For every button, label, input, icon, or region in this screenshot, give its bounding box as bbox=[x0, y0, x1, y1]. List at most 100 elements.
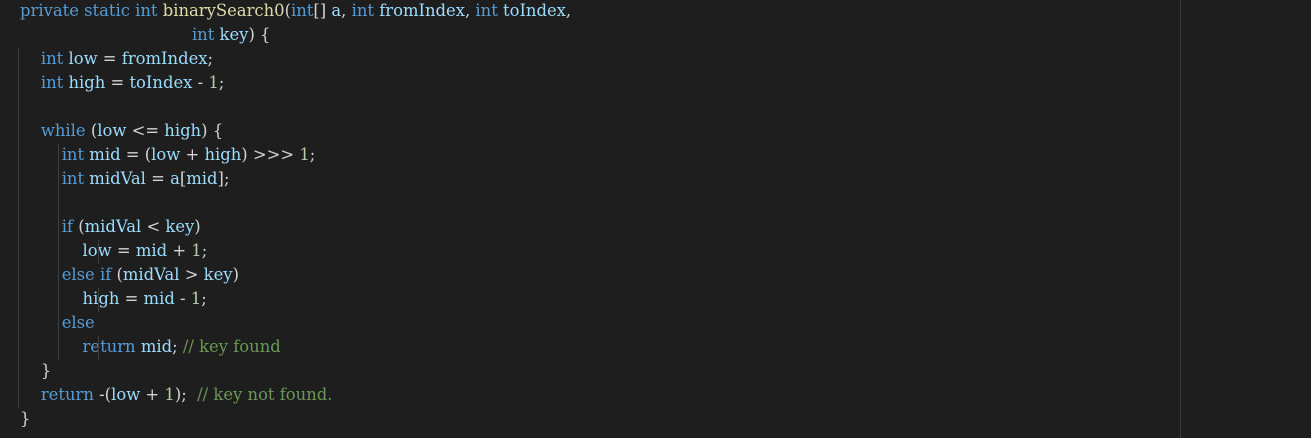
code-line[interactable]: int mid = (low + high) >>> 1; bbox=[18, 144, 1311, 168]
code-token: int bbox=[135, 1, 158, 20]
indent-guide bbox=[18, 336, 19, 360]
code-token: } bbox=[20, 409, 31, 428]
code-token: , bbox=[565, 1, 572, 20]
code-line[interactable]: else if (midVal > key) bbox=[18, 264, 1311, 288]
indent-guide bbox=[58, 336, 59, 360]
code-token: ) { bbox=[201, 121, 224, 140]
indent-guide bbox=[18, 240, 19, 264]
code-token: low bbox=[68, 49, 98, 68]
code-token: else bbox=[61, 265, 95, 284]
code-line[interactable]: while (low <= high) { bbox=[18, 120, 1311, 144]
indent-guide bbox=[18, 192, 19, 216]
code-token: 1 bbox=[299, 145, 310, 164]
code-token: - bbox=[192, 73, 209, 92]
code-token: = bbox=[145, 169, 171, 188]
code-token: ( bbox=[73, 217, 85, 236]
code-token: int bbox=[351, 1, 374, 20]
code-line[interactable]: ​ bbox=[18, 192, 1311, 216]
code-token: ]; bbox=[217, 169, 230, 188]
code-token: + bbox=[167, 241, 192, 260]
code-line[interactable]: } bbox=[20, 408, 1311, 432]
code-area[interactable]: private static int binarySearch0(int[] a… bbox=[18, 0, 1311, 432]
code-token: = bbox=[119, 289, 144, 308]
code-token: + bbox=[180, 145, 205, 164]
indent-guide bbox=[18, 216, 19, 240]
code-token: a bbox=[170, 169, 180, 188]
code-line[interactable]: int high = toIndex - 1; bbox=[18, 72, 1311, 96]
code-token: binarySearch0 bbox=[162, 1, 285, 20]
indent-guide bbox=[18, 48, 19, 72]
indent-guide bbox=[58, 192, 59, 216]
code-token: key bbox=[165, 217, 195, 236]
code-token: midVal bbox=[89, 169, 146, 188]
code-line[interactable]: high = mid - 1; bbox=[18, 288, 1311, 312]
code-token: private bbox=[20, 1, 79, 20]
code-token: ; bbox=[201, 241, 208, 260]
code-token: = bbox=[111, 241, 136, 260]
indent-guide bbox=[98, 336, 99, 360]
indent-guide bbox=[18, 264, 19, 288]
code-token: // key found bbox=[182, 337, 281, 356]
code-token: // key not found. bbox=[197, 385, 333, 404]
code-line[interactable]: return -(low + 1); // key not found. bbox=[18, 384, 1311, 408]
code-token: > bbox=[179, 265, 204, 284]
code-token: ; bbox=[207, 49, 214, 68]
code-token: 1 bbox=[164, 385, 175, 404]
code-line[interactable]: int low = fromIndex; bbox=[18, 48, 1311, 72]
code-token: midVal bbox=[84, 217, 142, 236]
code-token: return bbox=[40, 385, 94, 404]
code-token: = ( bbox=[120, 145, 152, 164]
code-line[interactable]: } bbox=[18, 360, 1311, 384]
code-token: int bbox=[61, 145, 85, 164]
code-token: while bbox=[40, 121, 86, 140]
code-token: ) bbox=[232, 265, 239, 284]
code-token: toIndex bbox=[129, 73, 193, 92]
code-token: return bbox=[82, 337, 136, 356]
indent-guide bbox=[58, 216, 59, 240]
code-line[interactable]: else bbox=[18, 312, 1311, 336]
code-line[interactable]: if (midVal < key) bbox=[18, 216, 1311, 240]
code-line[interactable]: private static int binarySearch0(int[] a… bbox=[20, 0, 1311, 24]
code-token: ( bbox=[85, 121, 98, 140]
code-token: int bbox=[40, 73, 64, 92]
code-token: a bbox=[331, 1, 342, 20]
code-token: fromIndex bbox=[379, 1, 465, 20]
code-token: < bbox=[141, 217, 166, 236]
indent-guide bbox=[58, 240, 59, 264]
code-token: if bbox=[61, 217, 73, 236]
code-token: low bbox=[97, 121, 127, 140]
indent-guide bbox=[98, 288, 99, 312]
code-token: ; bbox=[172, 337, 183, 356]
code-line[interactable]: return mid; // key found bbox=[18, 336, 1311, 360]
code-token: - bbox=[174, 289, 191, 308]
code-token: ( bbox=[111, 265, 123, 284]
code-token: ; bbox=[309, 145, 316, 164]
code-token: static bbox=[84, 1, 130, 20]
code-editor[interactable]: private static int binarySearch0(int[] a… bbox=[0, 0, 1311, 438]
indent-guide bbox=[18, 312, 19, 336]
code-token: [] bbox=[313, 1, 332, 20]
indent-guide bbox=[18, 288, 19, 312]
code-line[interactable]: int key) { bbox=[20, 24, 1311, 48]
indent-guide bbox=[58, 168, 59, 192]
code-token: 1 bbox=[208, 73, 219, 92]
code-token: int bbox=[191, 25, 215, 44]
code-token: toIndex bbox=[503, 1, 566, 20]
code-token: mid bbox=[186, 169, 218, 188]
code-token: mid bbox=[135, 241, 168, 260]
code-token: } bbox=[40, 361, 52, 380]
code-line[interactable]: ​ bbox=[18, 96, 1311, 120]
code-line[interactable]: low = mid + 1; bbox=[18, 240, 1311, 264]
code-line[interactable]: int midVal = a[mid]; bbox=[18, 168, 1311, 192]
